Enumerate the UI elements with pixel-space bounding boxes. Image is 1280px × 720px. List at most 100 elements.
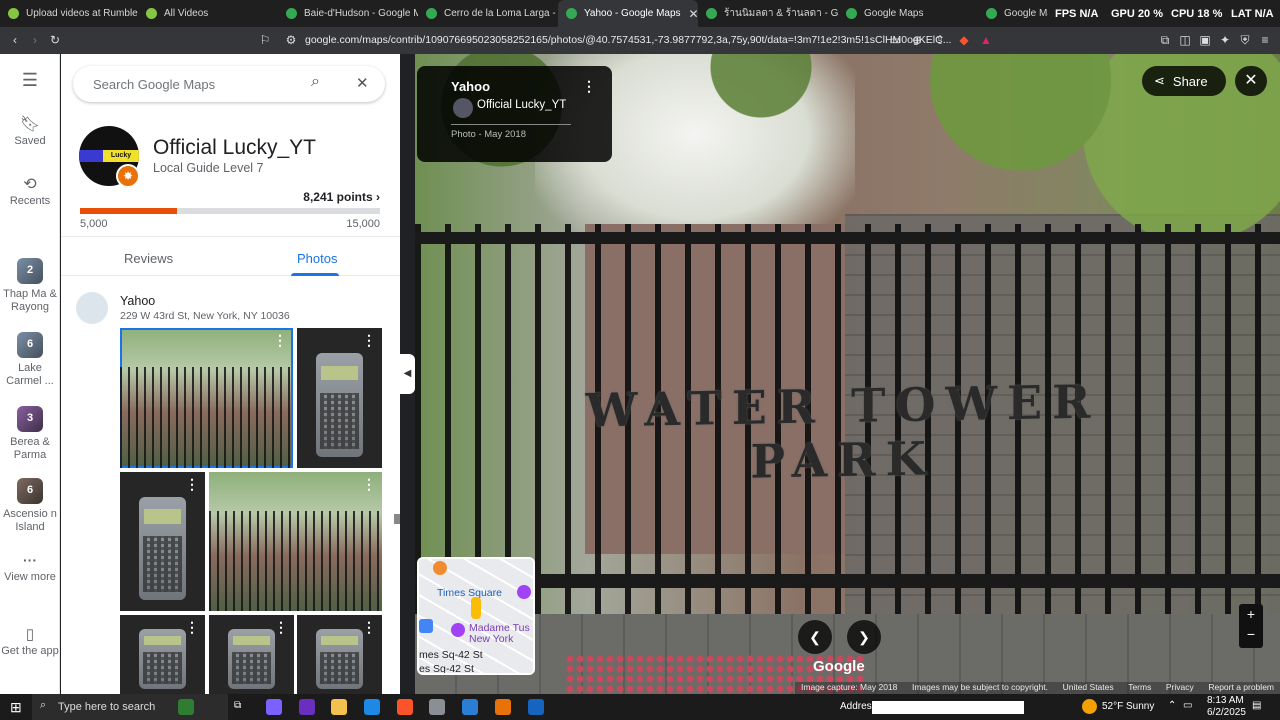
leo-icon[interactable]: ✦ [1218,33,1232,47]
tab-thai-place[interactable]: ร้านนิมลดา & ร้านลดา - Google [698,0,838,27]
search-input[interactable]: Search Google Maps [93,77,215,92]
weather-text[interactable]: 52°F Sunny [1102,701,1154,712]
zoom-icon[interactable]: ⊕ [910,33,924,47]
place-thumbnail[interactable] [76,292,108,324]
photo-thumbnail[interactable]: ⋮ [120,615,205,694]
windows-start-icon[interactable]: ⊞ [10,699,22,716]
clock-time[interactable]: 8:13 AM [1207,695,1244,706]
photo-thumbnail[interactable]: ⋮ [297,615,382,694]
more-vert-icon[interactable]: ⋮ [582,78,596,95]
view-more-button[interactable]: ··· View more [0,553,60,584]
collapse-panel-button[interactable]: ◀ [400,354,415,394]
tab-yahoo-maps[interactable]: Yahoo - Google Maps ✕ [558,0,698,27]
zoom-in-icon[interactable]: + [1239,604,1263,624]
more-vert-icon[interactable]: ⋮ [273,332,287,349]
previous-photo-button[interactable]: ❮ [798,620,832,654]
get-app-button[interactable]: ▯ Get the app [0,627,60,658]
hamburger-icon[interactable]: ☰ [0,71,60,89]
more-vert-icon[interactable]: ⋮ [185,476,199,493]
reload-icon[interactable]: ↻ [48,33,62,47]
scrollbar[interactable] [394,514,400,524]
points-link[interactable]: 8,241 points › [303,190,380,204]
forward-icon[interactable]: › [28,33,42,47]
app-icon[interactable] [429,699,445,715]
zoom-control[interactable]: + − [1239,604,1263,648]
keyboard-icon[interactable]: ▭ [1183,700,1192,711]
tab-all-videos[interactable]: All Videos [138,0,278,27]
search-box[interactable]: Search Google Maps ⌕ ✕ [73,66,385,102]
recent-place-ascension[interactable]: 6 Ascensio n Island [0,478,60,534]
address-toolbar-input[interactable] [872,701,1024,714]
task-view-icon[interactable]: ⧉ [234,700,241,711]
chevron-right-icon: › [376,190,380,204]
sidebar-icon[interactable]: ◫ [1178,33,1192,47]
close-viewer-button[interactable]: ✕ [1235,66,1267,96]
notifications-icon[interactable]: ▤ [1252,700,1261,711]
recent-place-berea[interactable]: 3 Berea & Parma [0,406,60,462]
minimap[interactable]: Times Square Madame Tus New York mes Sq-… [417,557,535,675]
wallet-icon[interactable]: ▣ [1198,33,1212,47]
clock-date[interactable]: 6/2/2025 [1207,707,1246,718]
guide-level[interactable]: Local Guide Level 7 [153,161,264,175]
tab-rumble-upload[interactable]: Upload videos at Rumble [0,0,138,27]
photo-place-name[interactable]: Yahoo [451,79,490,94]
more-vert-icon[interactable]: ⋮ [185,619,199,636]
share-icon: ⋖ [1154,73,1165,88]
windows-taskbar: ⊞ ⌕ Type here to search ⧉ Address 52°F S… [0,694,1280,720]
photo-thumbnail[interactable]: ⋮ [209,615,294,694]
brave-rewards-icon[interactable]: ▲ [979,33,993,47]
saved-button[interactable]: 🔖︎ Saved [0,117,60,148]
parking-icon [419,619,433,633]
screen-icon[interactable]: ▭ [888,33,902,47]
photo-viewer[interactable]: WATER TOWER PARK Yahoo Official Lucky_YT… [415,54,1280,694]
app-icon[interactable] [364,699,380,715]
search-icon[interactable]: ⌕ [311,73,320,91]
tab-google-maps-1[interactable]: Google Maps [838,0,978,27]
site-settings-icon[interactable]: ⚙ [284,33,298,47]
app-icon[interactable] [495,699,511,715]
history-icon: ⟲ [23,176,37,193]
cpu-overlay: CPU 18 % [1171,7,1223,20]
app-icon[interactable] [528,699,544,715]
tab-baie-dhudson[interactable]: Baie-d'Hudson - Google Maps [278,0,418,27]
place-name[interactable]: Yahoo [120,294,155,308]
extensions-icon[interactable]: ⧉ [1158,33,1172,47]
recent-place-lake-carmel[interactable]: 6 Lake Carmel ... [0,332,60,388]
photo-thumbnail[interactable]: ⋮ [120,472,205,611]
more-vert-icon[interactable]: ⋮ [362,619,376,636]
menu-icon[interactable]: ≡ [1258,33,1272,47]
bookmark-icon[interactable]: ⚐ [258,33,272,47]
close-icon[interactable]: ✕ [356,74,369,92]
tray-chevron-icon[interactable]: ⌃ [1168,700,1176,711]
tab-google-maps-2[interactable]: Google Maps [978,0,1048,27]
recent-place-thap-ma[interactable]: 2 Thap Ma & Rayong [0,258,60,314]
url-bar[interactable]: google.com/maps/contrib/1090766950230582… [305,34,951,46]
photo-thumbnail[interactable]: ⋮ [297,328,382,468]
copilot-icon[interactable] [266,699,282,715]
brave-shield-icon[interactable]: ◆ [957,33,971,47]
back-icon[interactable]: ‹ [8,33,22,47]
share-button[interactable]: ⋖ Share [1142,66,1226,96]
more-vert-icon[interactable]: ⋮ [362,476,376,493]
file-explorer-icon[interactable] [331,699,347,715]
app-icon[interactable] [462,699,478,715]
photo-thumbnail[interactable]: ⋮ [209,472,382,611]
tab-photos[interactable]: Photos [297,251,337,266]
more-vert-icon[interactable]: ⋮ [274,619,288,636]
photo-author[interactable]: Official Lucky_YT [477,99,566,111]
palm-widget-icon[interactable] [178,699,194,715]
brave-icon[interactable] [397,699,413,715]
pegman-icon[interactable] [471,597,481,619]
tab-close-icon[interactable]: ✕ [681,7,698,21]
share-page-icon[interactable]: ⇪ [933,33,947,47]
tab-reviews[interactable]: Reviews [124,251,173,266]
next-photo-button[interactable]: ❯ [847,620,881,654]
taskbar-search[interactable]: ⌕ Type here to search [32,694,228,720]
tab-cerro-loma-larga[interactable]: Cerro de la Loma Larga - Goo [418,0,558,27]
more-vert-icon[interactable]: ⋮ [362,332,376,349]
app-icon[interactable] [299,699,315,715]
recents-button[interactable]: ⟲ Recents [0,176,60,208]
photo-thumbnail[interactable]: ⋮ [120,328,293,468]
vpn-icon[interactable]: ⛨ [1238,33,1252,47]
zoom-out-icon[interactable]: − [1239,624,1263,644]
